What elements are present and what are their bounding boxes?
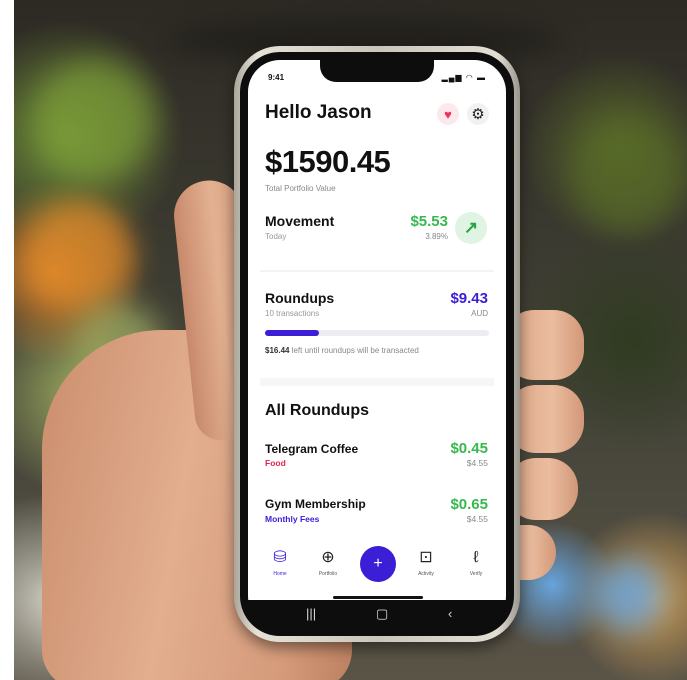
roundups-amount: $9.43 (450, 290, 488, 307)
transaction-roundup: $0.45 (450, 440, 488, 457)
roundups-currency: AUD (471, 309, 488, 318)
settings-button[interactable]: ⚙ (467, 103, 489, 125)
portfolio-value-label: Total Portfolio Value (265, 184, 336, 193)
transaction-name: Gym Membership (265, 497, 366, 511)
globe-icon: ⊕ (321, 549, 335, 566)
branch-icon: ℓ (473, 549, 479, 566)
gear-icon: ⚙ (471, 106, 485, 123)
status-bar: 9:41 ▂▄▆ ◠ ▬ (268, 71, 486, 85)
roundups-progress-fill (265, 330, 319, 336)
nav-activity[interactable]: ⊡ Activity (408, 548, 444, 577)
movement-details-button[interactable]: ↗ (455, 212, 487, 244)
nav-label: Portfolio (318, 571, 338, 577)
portfolio-value: $1590.45 (265, 144, 391, 179)
transaction-category: Food (265, 458, 286, 468)
transaction-category: Monthly Fees (265, 514, 320, 524)
roundups-transactions: 10 transactions (265, 309, 320, 318)
roundups-note-text: left until roundups will be transacted (289, 346, 419, 355)
transaction-name: Telegram Coffee (265, 442, 359, 456)
nav-verify[interactable]: ℓ Verify (458, 548, 494, 577)
nav-portfolio[interactable]: ⊕ Portfolio (310, 548, 346, 577)
system-nav-bar: ||| ▢ ‹ (248, 600, 506, 628)
roundups-progress-bar (265, 330, 489, 336)
movement-title: Movement (265, 213, 335, 229)
recent-apps-icon[interactable]: ||| (306, 606, 316, 621)
home-indicator (333, 596, 423, 599)
back-icon[interactable]: ‹ (448, 606, 452, 621)
favorites-button[interactable]: ♥ (437, 103, 459, 125)
transaction-roundup: $0.65 (450, 496, 488, 513)
money-icon: ⊡ (419, 549, 433, 566)
nav-label: Activity (418, 571, 434, 577)
signal-wifi-battery-icon: ▂▄▆ ◠ ▬ (441, 73, 486, 82)
nav-label: Home (273, 571, 287, 577)
roundups-title: Roundups (265, 290, 335, 306)
section-divider (260, 378, 494, 386)
movement-period: Today (265, 232, 287, 241)
transaction-original: $4.55 (466, 514, 488, 524)
nav-label: Verify (469, 571, 483, 577)
smartphone: 9:41 ▂▄▆ ◠ ▬ Hello Jason ♥ ⚙ $1590.45 To… (234, 46, 520, 642)
divider (260, 270, 494, 272)
greeting-title: Hello Jason (265, 102, 372, 123)
app-screen: 9:41 ▂▄▆ ◠ ▬ Hello Jason ♥ ⚙ $1590.45 To… (248, 60, 506, 628)
roundups-note: $16.44 left until roundups will be trans… (265, 346, 419, 355)
transaction-original: $4.55 (466, 458, 488, 468)
add-button[interactable]: + (360, 546, 396, 582)
all-roundups-title: All Roundups (265, 402, 369, 419)
movement-percent: 3.89% (425, 232, 448, 241)
heart-icon: ♥ (444, 106, 452, 122)
roundups-note-amount: $16.44 (265, 346, 290, 355)
arrow-up-right-icon: ↗ (463, 218, 479, 237)
plus-icon: + (373, 555, 383, 572)
coins-icon: ⛁ (273, 549, 287, 566)
movement-amount: $5.53 (410, 213, 448, 230)
home-icon[interactable]: ▢ (376, 606, 388, 622)
nav-home[interactable]: ⛁ Home (262, 548, 298, 577)
status-time: 9:41 (268, 73, 285, 82)
